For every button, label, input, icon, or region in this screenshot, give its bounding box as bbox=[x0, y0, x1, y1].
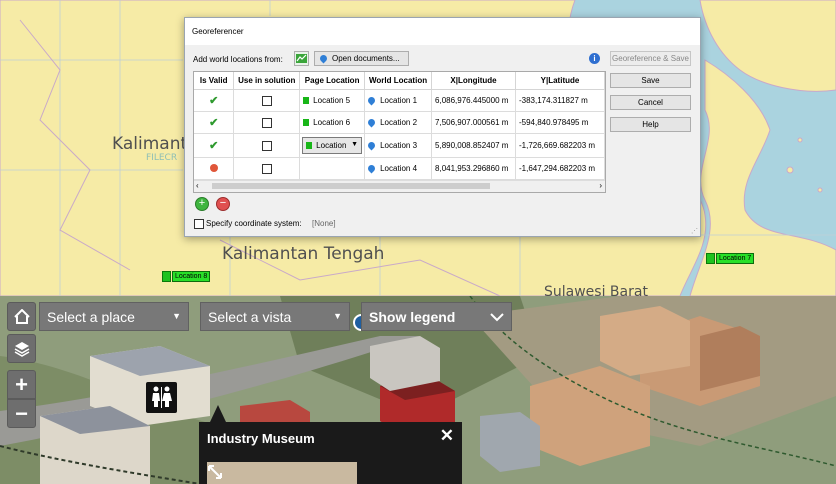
location-7-label: Location 7 bbox=[716, 253, 755, 264]
chevron-down-icon: ▼ bbox=[172, 311, 181, 321]
georeferencer-dialog: Georeferencer Add world locations from: … bbox=[184, 17, 701, 237]
save-button[interactable]: Save bbox=[610, 73, 691, 88]
flag-icon bbox=[303, 97, 310, 105]
y-latitude: -1,726,669.682203 m bbox=[515, 133, 605, 158]
grid-header-row: Is Valid Use in solution Page Location W… bbox=[194, 72, 605, 90]
y-latitude: -1,647,294.682203 m bbox=[515, 157, 605, 180]
table-row[interactable]: Location 4 8,041,953.296860 m -1,647,294… bbox=[194, 157, 605, 180]
select-vista-dropdown[interactable]: Select a vista ▼ bbox=[200, 302, 350, 331]
expand-icon[interactable] bbox=[207, 464, 223, 480]
zoom-out-button[interactable]: − bbox=[7, 399, 36, 428]
page-location: Location 6 bbox=[313, 118, 351, 127]
flag-icon bbox=[706, 253, 715, 264]
horizontal-scrollbar[interactable]: ‹ › bbox=[194, 180, 605, 192]
column-header[interactable]: Use in solution bbox=[233, 72, 301, 90]
open-documents-button[interactable]: Open documents... bbox=[314, 51, 409, 66]
chevron-down-icon bbox=[490, 313, 504, 322]
use-in-solution-checkbox[interactable] bbox=[261, 140, 272, 151]
y-latitude: -594,840.978495 m bbox=[515, 111, 605, 134]
resize-grip-icon[interactable]: ⋰ bbox=[691, 227, 698, 235]
x-longitude: 6,086,976.445000 m bbox=[431, 89, 516, 112]
world-location: Location 2 bbox=[380, 118, 418, 127]
column-header[interactable]: Is Valid bbox=[194, 72, 235, 90]
flag-icon bbox=[306, 142, 313, 149]
location-pin-icon bbox=[366, 140, 377, 151]
help-button[interactable]: Help bbox=[610, 117, 691, 132]
map-label-sulawesi-barat: Sulawesi Barat bbox=[544, 284, 648, 296]
location-pin-icon bbox=[318, 53, 329, 64]
page-location: Location 5 bbox=[313, 96, 351, 105]
popup-pointer bbox=[210, 405, 226, 422]
scrollbar-thumb[interactable] bbox=[212, 183, 490, 189]
layers-icon bbox=[14, 341, 29, 357]
info-popup: Industry Museum ✕ bbox=[199, 422, 462, 484]
flag-icon bbox=[303, 119, 310, 127]
location-pin-icon bbox=[366, 95, 377, 106]
page-location-select[interactable]: Location ▼ bbox=[302, 137, 363, 154]
show-legend-toggle[interactable]: Show legend bbox=[361, 302, 512, 331]
checkmark-icon: ✔ bbox=[209, 117, 219, 129]
home-button[interactable] bbox=[7, 302, 36, 331]
use-in-solution-checkbox[interactable] bbox=[261, 163, 272, 174]
table-row[interactable]: ✔ Location 5 Location 1 6,086,976.445000… bbox=[194, 89, 605, 112]
cancel-button[interactable]: Cancel bbox=[610, 95, 691, 110]
location-pin-icon bbox=[366, 117, 377, 128]
scroll-right-icon[interactable]: › bbox=[599, 181, 602, 190]
map-icon bbox=[296, 54, 307, 63]
column-header[interactable]: World Location bbox=[364, 72, 433, 90]
add-row-icon[interactable]: + bbox=[195, 197, 209, 211]
3d-viewer[interactable]: + − Select a place ▼ Select a vista ▼ Sh… bbox=[0, 296, 836, 484]
column-header[interactable]: Y|Latitude bbox=[515, 72, 605, 90]
location-pin-icon bbox=[366, 163, 377, 174]
chevron-down-icon: ▼ bbox=[333, 311, 342, 321]
dialog-titlebar[interactable]: Georeferencer bbox=[185, 18, 700, 45]
map-label-kalimantan-tengah: Kalimantan Tengah bbox=[222, 244, 385, 264]
page-location bbox=[299, 157, 366, 180]
locations-grid[interactable]: Is Valid Use in solution Page Location W… bbox=[193, 71, 606, 193]
chevron-down-icon: ▼ bbox=[351, 141, 359, 148]
location-7-marker[interactable]: Location 7 bbox=[706, 253, 755, 264]
close-icon[interactable]: ✕ bbox=[440, 426, 454, 446]
dialog-title: Georeferencer bbox=[192, 27, 244, 36]
georeference-save-button[interactable]: Georeference & Save bbox=[610, 51, 691, 66]
remove-row-icon[interactable]: − bbox=[216, 197, 230, 211]
scroll-left-icon[interactable]: ‹ bbox=[196, 181, 199, 190]
world-location: Location 3 bbox=[380, 141, 418, 150]
layers-button[interactable] bbox=[7, 334, 36, 363]
table-row[interactable]: ✔ Location ▼ Location 3 5,890,008.852407… bbox=[194, 133, 605, 158]
location-8-label: Location 8 bbox=[172, 271, 211, 282]
world-location: Location 4 bbox=[380, 164, 418, 173]
table-row[interactable]: ✔ Location 6 Location 2 7,506,907.000561… bbox=[194, 111, 605, 134]
watermark-text: FILECR bbox=[146, 153, 178, 163]
restroom-icon[interactable] bbox=[146, 382, 177, 413]
column-header[interactable]: X|Longitude bbox=[431, 72, 516, 90]
location-8-marker[interactable]: Location 8 bbox=[162, 271, 211, 282]
popup-image bbox=[207, 462, 357, 484]
world-location: Location 1 bbox=[380, 96, 418, 105]
y-latitude: -383,174.311827 m bbox=[515, 89, 605, 112]
use-in-solution-checkbox[interactable] bbox=[261, 95, 272, 106]
coordinate-system-value: [None] bbox=[312, 219, 336, 228]
info-icon[interactable]: i bbox=[589, 53, 600, 64]
checkmark-icon: ✔ bbox=[209, 95, 219, 107]
specify-coordinate-label: Specify coordinate system: bbox=[206, 219, 302, 228]
flag-icon bbox=[162, 271, 171, 282]
x-longitude: 5,890,008.852407 m bbox=[431, 133, 516, 158]
add-world-locations-label: Add world locations from: bbox=[193, 55, 283, 64]
add-from-map-button[interactable] bbox=[294, 51, 309, 66]
error-icon bbox=[209, 163, 218, 172]
home-icon bbox=[13, 309, 30, 324]
checkmark-icon: ✔ bbox=[209, 140, 219, 152]
select-place-dropdown[interactable]: Select a place ▼ bbox=[39, 302, 189, 331]
use-in-solution-checkbox[interactable] bbox=[261, 117, 272, 128]
specify-coordinate-system-checkbox[interactable] bbox=[194, 219, 204, 229]
column-header[interactable]: Page Location bbox=[299, 72, 366, 90]
popup-title: Industry Museum bbox=[207, 431, 315, 446]
x-longitude: 7,506,907.000561 m bbox=[431, 111, 516, 134]
x-longitude: 8,041,953.296860 m bbox=[431, 157, 516, 180]
zoom-in-button[interactable]: + bbox=[7, 370, 36, 399]
map-label-kalimantan: Kalimant bbox=[112, 134, 188, 154]
